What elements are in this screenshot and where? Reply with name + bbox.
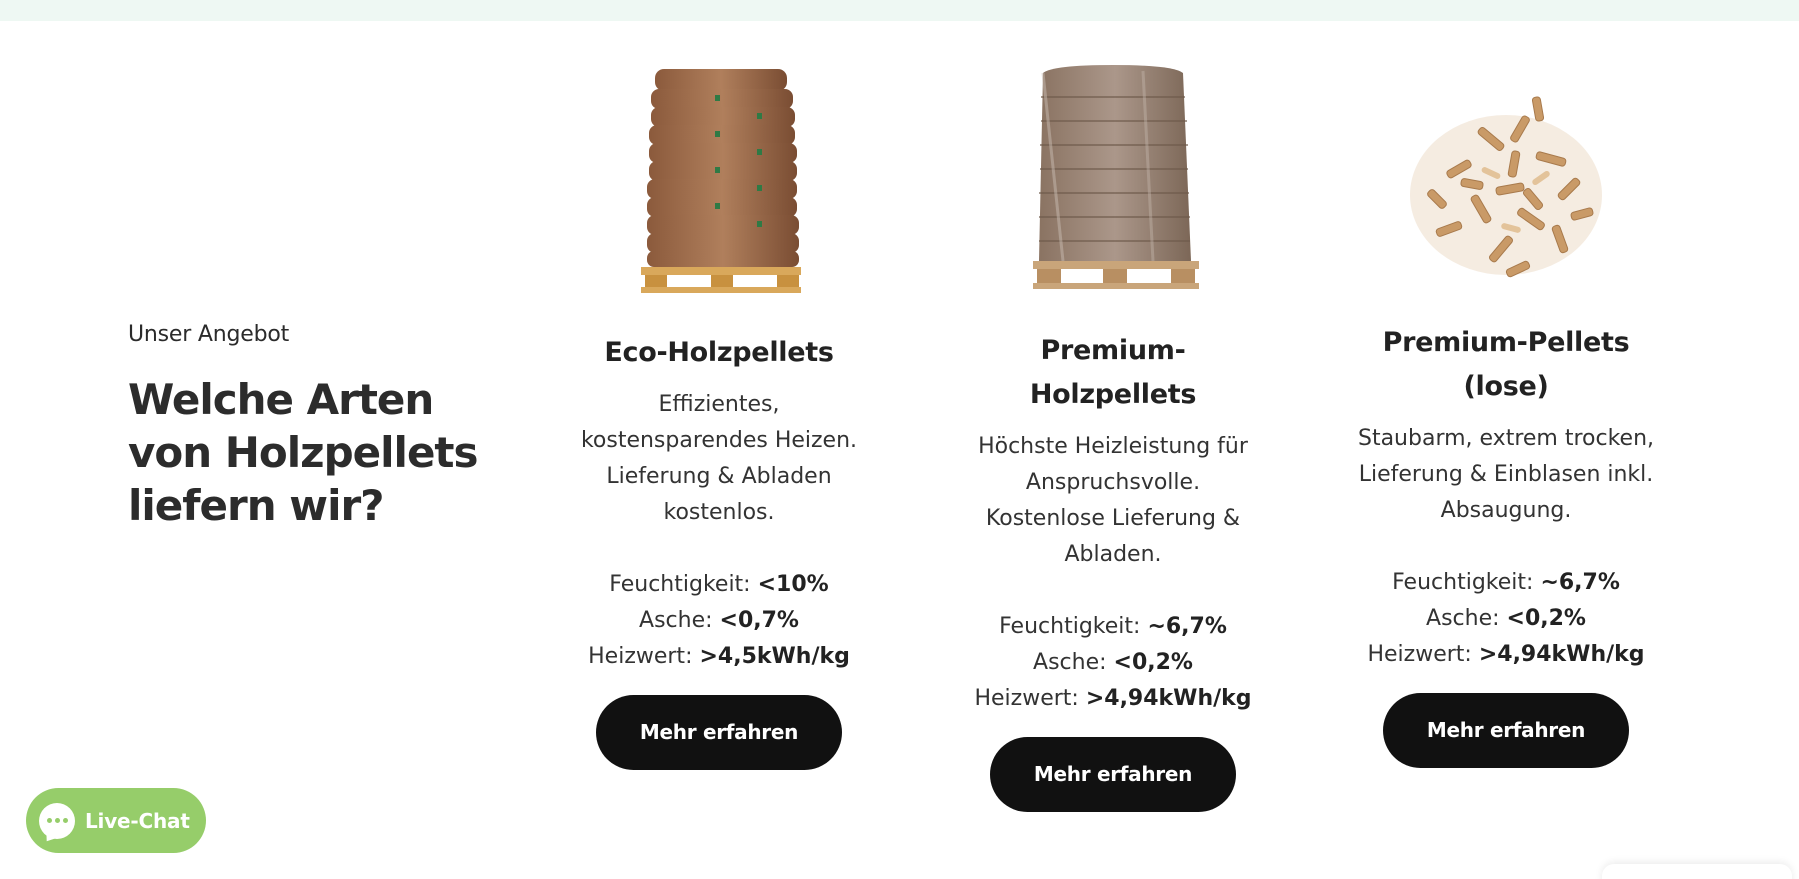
live-chat-label: Live-Chat	[85, 808, 190, 833]
product-title: Eco-Holzpellets	[604, 337, 834, 368]
spec-heating-value: Heizwert: >4,94kWh/kg	[1367, 642, 1645, 667]
loose-pellets-icon	[1356, 55, 1656, 295]
pallet-bags-icon	[569, 55, 869, 295]
section-headline: Welche Arten von Holzpellets liefern wir…	[128, 375, 479, 530]
product-card-eco: Eco-Holzpellets Effizientes, kostenspare…	[569, 55, 869, 770]
intro-section: Unser Angebot Welche Arten von Holzpelle…	[128, 322, 528, 532]
product-card-loose: Premium-Pellets (lose) Staubarm, extrem …	[1356, 55, 1656, 768]
spec-ash: Asche: <0,2%	[1033, 650, 1193, 675]
spec-moisture: Feuchtigkeit: ~6,7%	[999, 614, 1227, 639]
product-specs: Feuchtigkeit: <10% Asche: <0,7% Heizwert…	[569, 567, 869, 675]
spec-moisture: Feuchtigkeit: <10%	[609, 572, 829, 597]
product-specs: Feuchtigkeit: ~6,7% Asche: <0,2% Heizwer…	[1356, 565, 1656, 673]
spec-heating-value: Heizwert: >4,94kWh/kg	[974, 686, 1252, 711]
live-chat-button[interactable]: Live-Chat	[26, 788, 206, 853]
spec-ash: Asche: <0,7%	[639, 608, 799, 633]
spec-heating-value: Heizwert: >4,5kWh/kg	[588, 644, 850, 669]
product-card-premium: Premium-Holzpellets Höchste Heizleistung…	[963, 55, 1263, 812]
product-description: Staubarm, extrem trocken, Lieferung & Ei…	[1357, 426, 1655, 523]
wrapped-pallet-icon	[963, 55, 1263, 295]
corner-widget	[1602, 864, 1792, 879]
product-title: Premium-Pellets (lose)	[1382, 327, 1630, 402]
top-strip	[0, 0, 1799, 21]
section-eyebrow: Unser Angebot	[128, 322, 290, 347]
product-specs: Feuchtigkeit: ~6,7% Asche: <0,2% Heizwer…	[963, 609, 1263, 717]
chat-bubble-icon	[39, 802, 75, 839]
learn-more-button[interactable]: Mehr erfahren	[1383, 693, 1629, 768]
spec-moisture: Feuchtigkeit: ~6,7%	[1392, 570, 1620, 595]
product-description: Effizientes, kostensparendes Heizen. Lie…	[580, 392, 858, 525]
product-description: Höchste Heizleistung für Anspruchsvolle.…	[978, 434, 1248, 567]
learn-more-button[interactable]: Mehr erfahren	[990, 737, 1236, 812]
product-title: Premium-Holzpellets	[1029, 335, 1197, 410]
learn-more-button[interactable]: Mehr erfahren	[596, 695, 842, 770]
spec-ash: Asche: <0,2%	[1426, 606, 1586, 631]
